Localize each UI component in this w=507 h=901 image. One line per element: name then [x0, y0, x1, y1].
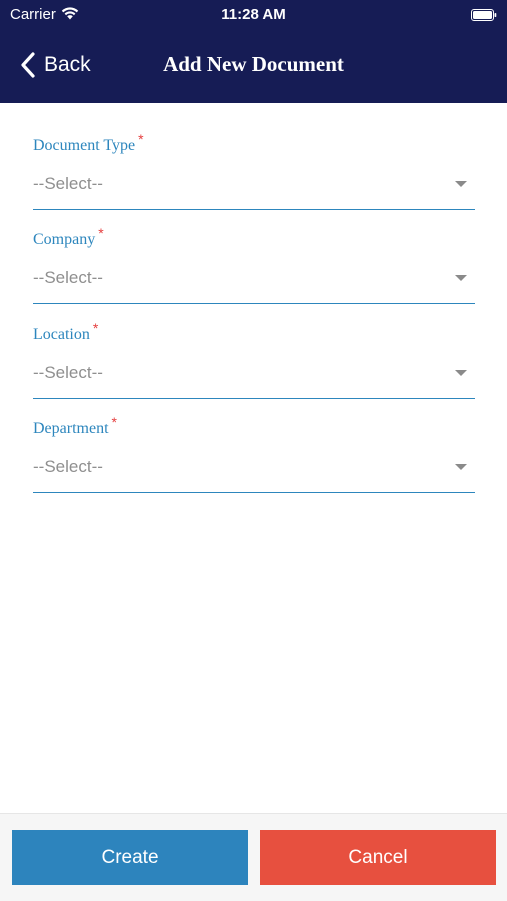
company-label-text: Company [33, 231, 96, 248]
required-marker: * [138, 131, 144, 147]
required-marker: * [111, 414, 117, 430]
document-type-label-text: Document Type [33, 137, 136, 154]
department-value: --Select-- [33, 457, 103, 476]
required-marker: * [92, 320, 99, 336]
location-label: Location * [33, 320, 98, 344]
location-field: Location * --Select-- [33, 320, 475, 406]
required-marker: * [98, 225, 104, 241]
chevron-down-icon [455, 181, 467, 187]
location-value: --Select-- [33, 363, 103, 382]
document-type-field: Document Type * --Select-- [33, 131, 475, 217]
status-bar: Carrier 11:28 AM [0, 0, 507, 28]
company-select[interactable]: --Select-- [33, 259, 475, 304]
battery-icon [471, 8, 497, 21]
document-type-select[interactable]: --Select-- [33, 165, 475, 210]
chevron-down-icon [455, 464, 467, 470]
department-select[interactable]: --Select-- [33, 448, 475, 493]
action-footer: Create Cancel [0, 813, 507, 901]
status-time: 11:28 AM [221, 6, 286, 23]
department-label-text: Department [33, 420, 109, 437]
company-label: Company * [33, 225, 104, 249]
department-field: Department * --Select-- [33, 414, 475, 500]
document-type-label: Document Type * [33, 131, 144, 155]
chevron-down-icon [455, 370, 467, 376]
location-label-text: Location [33, 326, 90, 343]
page-title: Add New Document [163, 52, 344, 76]
company-value: --Select-- [33, 268, 103, 287]
create-button[interactable]: Create [12, 830, 248, 885]
cancel-button[interactable]: Cancel [260, 830, 496, 885]
chevron-down-icon [455, 275, 467, 281]
app-header: Carrier 11:28 AM Back Add New Document [0, 0, 507, 103]
department-label: Department * [33, 414, 117, 438]
navigation-bar: Back Add New Document [0, 38, 507, 92]
document-type-value: --Select-- [33, 174, 103, 193]
company-field: Company * --Select-- [33, 225, 475, 311]
location-select[interactable]: --Select-- [33, 354, 475, 399]
